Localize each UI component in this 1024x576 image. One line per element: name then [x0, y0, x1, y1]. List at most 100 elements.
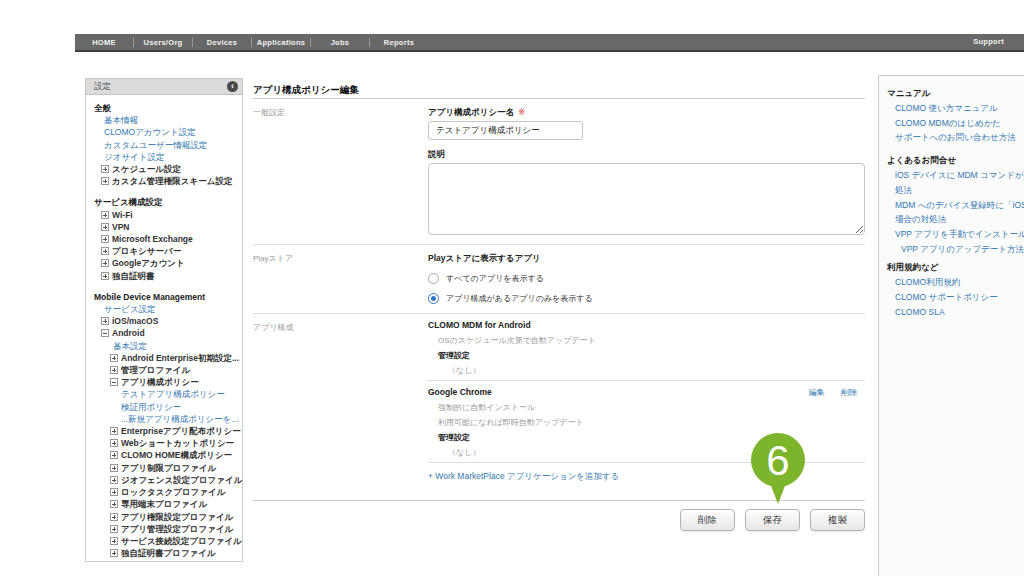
- sidebar-item-clomo-account[interactable]: CLOMOアカウント設定: [104, 127, 196, 137]
- nav-support[interactable]: Support: [973, 34, 1004, 50]
- manual-link[interactable]: サポートへのお問い合わせ方法: [887, 130, 1024, 145]
- expand-icon[interactable]: [110, 464, 118, 472]
- expand-icon[interactable]: [110, 537, 118, 545]
- sidebar-item-verification-policy[interactable]: 検証用ポリシー: [121, 402, 181, 412]
- sidebar-item-service-settings[interactable]: サービス設定: [104, 304, 156, 314]
- sidebar-item-wifi[interactable]: Wi-Fi: [86, 209, 242, 221]
- policy-name-input[interactable]: [428, 121, 583, 140]
- expand-icon[interactable]: [101, 272, 109, 280]
- expand-icon[interactable]: [101, 235, 109, 243]
- terms-link[interactable]: CLOMO SLA: [887, 305, 1024, 320]
- terms-link[interactable]: CLOMO利用規約: [887, 275, 1024, 290]
- faq-link-continuation[interactable]: 処法: [887, 183, 1024, 198]
- nav-home[interactable]: HOME: [75, 38, 133, 47]
- sidebar-item-app-config-policy[interactable]: アプリ構成ポリシー: [86, 376, 242, 388]
- required-mark: ※: [518, 108, 525, 117]
- expand-icon[interactable]: [101, 165, 109, 173]
- sidebar-item-clomo-home-config[interactable]: CLOMO HOME構成ポリシー: [86, 449, 242, 461]
- expand-icon[interactable]: [101, 177, 109, 185]
- terms-link[interactable]: CLOMO サポートポリシー: [887, 290, 1024, 305]
- expand-icon[interactable]: [110, 488, 118, 496]
- expand-icon[interactable]: [110, 549, 118, 557]
- add-work-marketplace-app-link[interactable]: + Work MarketPlace アプリケーションを追加する: [428, 471, 619, 481]
- sidebar-item-basic-info[interactable]: 基本情報: [104, 115, 138, 125]
- manual-link[interactable]: CLOMO 使い方マニュアル: [887, 101, 1024, 116]
- expand-icon[interactable]: [101, 259, 109, 267]
- sidebar-item-android[interactable]: Android: [86, 327, 242, 339]
- delete-button[interactable]: 削除: [680, 509, 735, 531]
- faq-link-continuation[interactable]: VPP アプリのアップデート方法: [887, 242, 1024, 257]
- sidebar-item-new-app-config-policy[interactable]: ...新規アプリ構成ポリシーを...: [121, 414, 239, 424]
- collapse-icon[interactable]: [101, 329, 109, 337]
- faq-link[interactable]: iOS デバイスに MDM コマンドが届: [887, 168, 1024, 183]
- sidebar-item-app-restriction[interactable]: アプリ制限プロファイル: [86, 462, 242, 474]
- expand-icon[interactable]: [110, 366, 118, 374]
- expand-icon[interactable]: [110, 427, 118, 435]
- expand-icon[interactable]: [101, 317, 109, 325]
- section-appconfig-label: アプリ構成: [253, 314, 428, 500]
- duplicate-button[interactable]: 複製: [810, 509, 865, 531]
- settings-sidebar: 設定 ‹ 全般 基本情報 CLOMOアカウント設定 カスタムユーザー情報設定 ジ…: [85, 78, 243, 562]
- expand-icon[interactable]: [110, 439, 118, 447]
- nav-users-org[interactable]: Users/Org: [134, 38, 192, 47]
- sidebar-item-vpn[interactable]: VPN: [86, 221, 242, 233]
- expand-icon[interactable]: [110, 513, 118, 521]
- sidebar-item-custom-user[interactable]: カスタムユーザー情報設定: [104, 140, 207, 150]
- manual-link[interactable]: CLOMO MDMのはじめかた: [887, 116, 1024, 131]
- section-general: 一般設定 アプリ構成ポリシー名※ 説明: [253, 99, 865, 245]
- sidebar-item-custom-cert-profile[interactable]: 独自証明書プロファイル: [86, 547, 242, 559]
- sidebar-item-custom-cert[interactable]: 独自証明書: [86, 270, 242, 282]
- radio-show-all-apps-label: すべてのアプリを表示する: [446, 273, 544, 284]
- sidebar-item-geofence[interactable]: ジオフェンス設定プロファイル: [86, 474, 242, 486]
- expand-icon[interactable]: [110, 525, 118, 533]
- collapse-sidebar-icon[interactable]: ‹: [227, 81, 238, 92]
- expand-icon[interactable]: [101, 211, 109, 219]
- sidebar-item-enterprise-app-dist[interactable]: Enterpriseアプリ配布ポリシー: [86, 425, 242, 437]
- nav-jobs[interactable]: Jobs: [311, 38, 369, 47]
- save-button[interactable]: 保存: [745, 509, 800, 531]
- sidebar-item-web-shortcut[interactable]: Webショートカットポリシー: [86, 437, 242, 449]
- edit-app-link[interactable]: 編集: [809, 388, 825, 397]
- sidebar-item-proxy[interactable]: プロキシサーバー: [86, 245, 242, 257]
- faq-link[interactable]: VPP アプリを手動でインストールす: [887, 227, 1024, 242]
- description-textarea[interactable]: [428, 163, 865, 235]
- nav-reports[interactable]: Reports: [370, 38, 428, 47]
- faq-link[interactable]: MDM へのデバイス登録時に「iOS D: [887, 198, 1024, 213]
- sidebar-item-custom-admin-scheme[interactable]: カスタム管理権限スキーム設定: [86, 175, 242, 187]
- sidebar-item-schedule[interactable]: スケジュール設定: [86, 163, 242, 175]
- collapse-icon[interactable]: [110, 378, 118, 386]
- sidebar-item-test-app-config-policy[interactable]: テストアプリ構成ポリシー: [121, 389, 225, 399]
- managed-config-label: 管理設定: [438, 433, 865, 443]
- sidebar-tree: 全般 基本情報 CLOMOアカウント設定 カスタムユーザー情報設定 ジオサイト設…: [85, 95, 243, 562]
- sidebar-item-ios-macos[interactable]: iOS/macOS: [86, 315, 242, 327]
- sidebar-item-lock-task[interactable]: ロックタスクプロファイル: [86, 486, 242, 498]
- expand-icon[interactable]: [110, 354, 118, 362]
- nav-applications[interactable]: Applications: [252, 38, 310, 47]
- sidebar-item-managed-profile[interactable]: 管理プロファイル: [86, 364, 242, 376]
- sidebar-item-dedicated-device[interactable]: 専用端末プロファイル: [86, 498, 242, 510]
- sidebar-item-android-basic[interactable]: 基本設定: [113, 341, 147, 351]
- radio-show-all-apps[interactable]: [428, 273, 439, 284]
- expand-icon[interactable]: [110, 476, 118, 484]
- step-6-marker: 6: [751, 433, 805, 487]
- sidebar-item-google-account[interactable]: Googleアカウント: [86, 257, 242, 269]
- nav-devices[interactable]: Devices: [193, 38, 251, 47]
- radio-show-configured-apps[interactable]: [428, 293, 439, 304]
- expand-icon[interactable]: [110, 451, 118, 459]
- section-general-label: 一般設定: [253, 99, 428, 244]
- expand-icon[interactable]: [101, 223, 109, 231]
- sidebar-item-service-connection[interactable]: サービス接続設定プロファイル: [86, 535, 242, 547]
- faq-section-title: よくあるお問合せ: [887, 153, 1024, 168]
- sidebar-group-general: 全般: [86, 102, 242, 114]
- sidebar-item-app-management[interactable]: アプリ管理設定プロファイル: [86, 523, 242, 535]
- faq-link-continuation[interactable]: 場合の対処法: [887, 212, 1024, 227]
- page-title: アプリ構成ポリシー編集: [253, 78, 865, 99]
- delete-app-link[interactable]: 削除: [841, 388, 857, 397]
- expand-icon[interactable]: [110, 500, 118, 508]
- sidebar-item-geosite[interactable]: ジオサイト設定: [104, 152, 165, 162]
- sidebar-item-ms-exchange[interactable]: Microsoft Exchange: [86, 233, 242, 245]
- policy-name-label: アプリ構成ポリシー名: [428, 107, 514, 117]
- sidebar-item-app-permission[interactable]: アプリ権限設定プロファイル: [86, 511, 242, 523]
- expand-icon[interactable]: [101, 247, 109, 255]
- sidebar-item-android-enterprise-init[interactable]: Android Enterprise初期設定...: [86, 352, 242, 364]
